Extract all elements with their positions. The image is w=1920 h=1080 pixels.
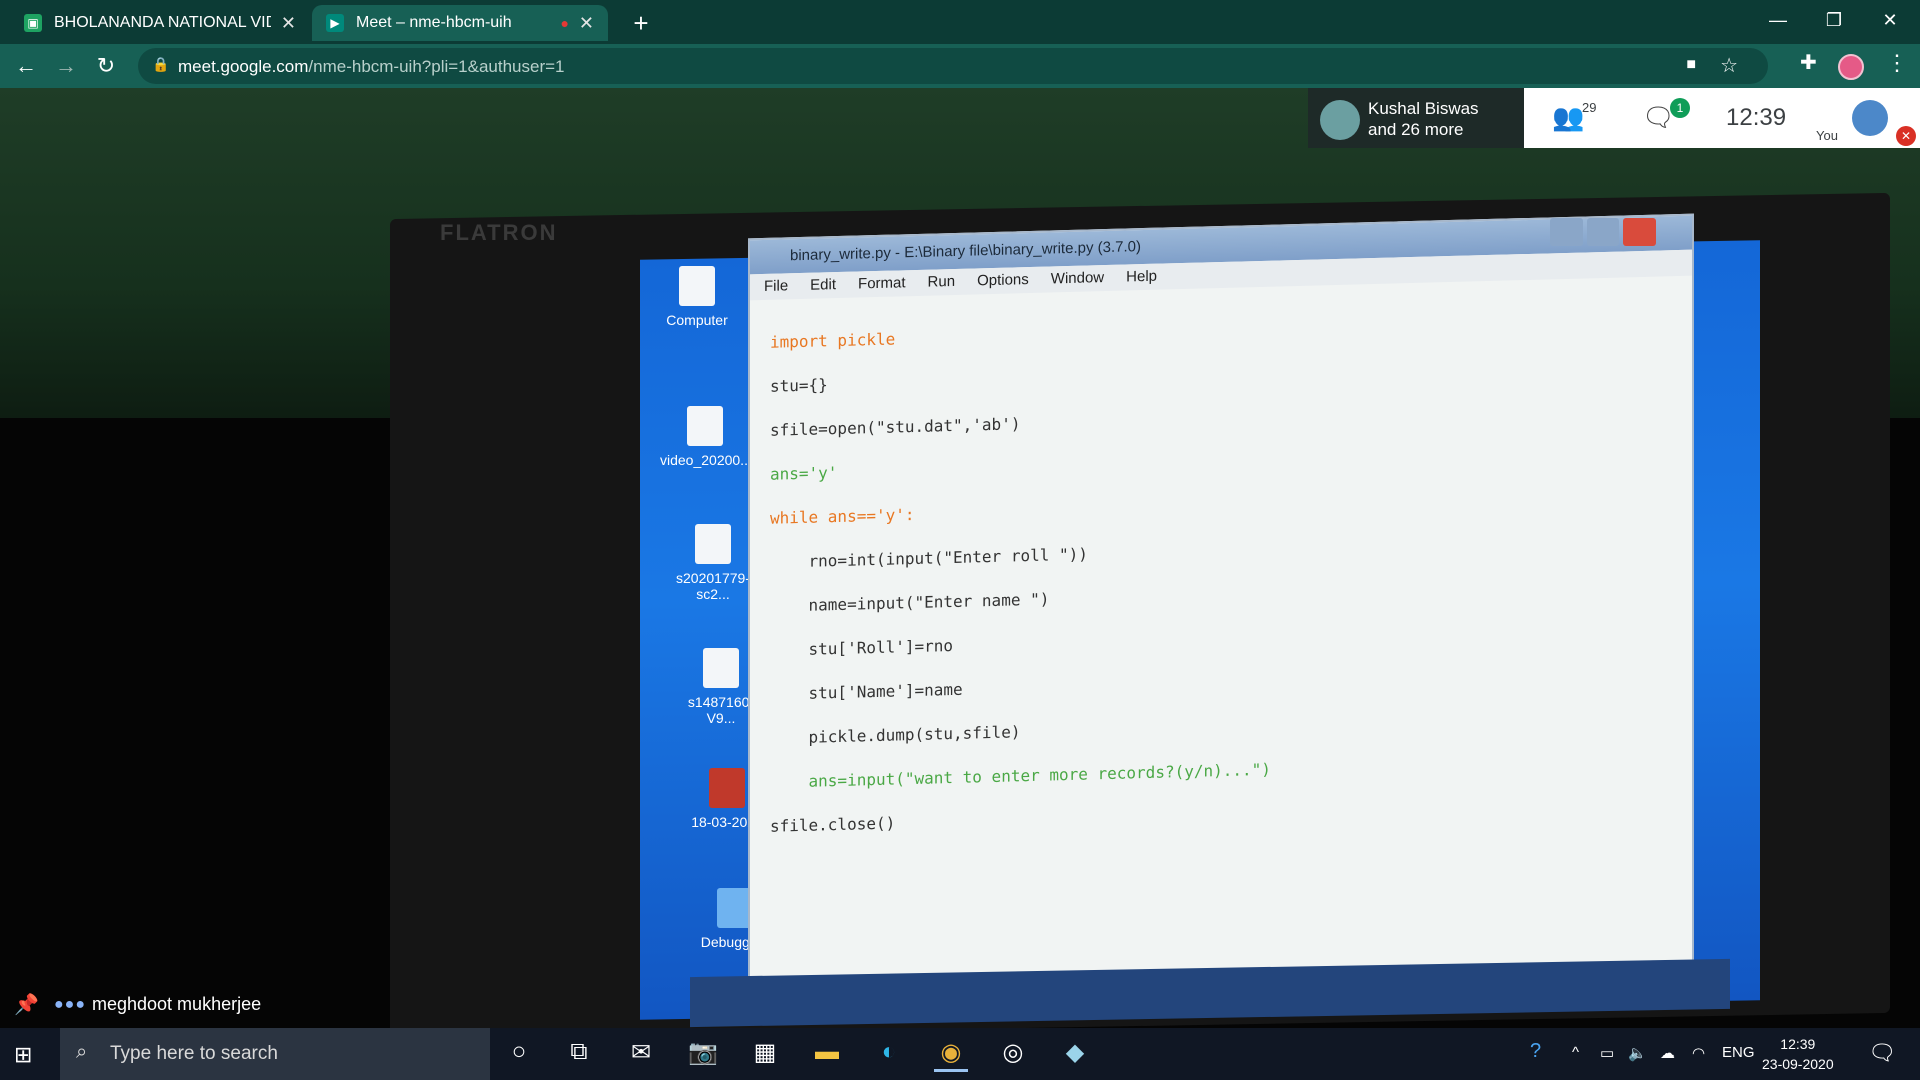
taskbar-clock[interactable]: 12:39 23-09-2020	[1762, 1034, 1834, 1074]
close-window-button[interactable]: ✕	[1862, 0, 1918, 40]
participant-more: and 26 more	[1368, 120, 1464, 139]
media-icon[interactable]: ◎	[996, 1038, 1030, 1072]
cortana-icon[interactable]: ○	[502, 1038, 536, 1072]
menu-edit: Edit	[810, 276, 837, 294]
video-feed: FLATRON Computer video_20200... s2020177…	[0, 88, 1920, 1028]
search-icon: ⌕	[76, 1041, 88, 1063]
wifi-icon[interactable]: ◠	[1692, 1044, 1705, 1062]
minimize-button[interactable]: —	[1750, 0, 1806, 40]
code-line: ans=input("want to enter more records?(y…	[770, 759, 1271, 792]
search-placeholder: Type here to search	[110, 1043, 278, 1064]
lock-icon: 🔒	[152, 56, 170, 72]
edge-icon[interactable]: ◐	[872, 1038, 906, 1072]
language-indicator[interactable]: ENG	[1722, 1044, 1755, 1061]
idle-window-controls	[1550, 218, 1657, 246]
recording-icon: ●	[560, 15, 569, 31]
app-icon[interactable]: ◆	[1058, 1038, 1092, 1072]
meeting-clock: 12:39	[1726, 104, 1787, 131]
code-line: rno=int(input("Enter roll "))	[770, 544, 1088, 572]
star-icon[interactable]: ☆	[1720, 53, 1738, 78]
tab-title: BHOLANANDA NATIONAL VIDYA	[54, 14, 271, 31]
tab-title: Meet – nme-hbcm-uih	[356, 14, 512, 31]
code-line: stu['Name']=name	[770, 679, 963, 704]
code-editor: import pickle stu={} sfile=open("stu.dat…	[770, 297, 1271, 882]
chevron-up-icon[interactable]: ^	[1572, 1044, 1579, 1061]
desktop-icon: video_20200...	[660, 406, 752, 468]
calendar-icon[interactable]: ▦	[748, 1038, 782, 1072]
browser-chrome: ▣ BHOLANANDA NATIONAL VIDYA ✕ ▶ Meet – n…	[0, 0, 1920, 88]
mic-off-icon: ✕	[1896, 126, 1916, 146]
address-bar[interactable]: 🔒 meet.google.com/nme-hbcm-uih?pli=1&aut…	[138, 48, 1768, 84]
toolbar: ← → ↻ 🔒 meet.google.com/nme-hbcm-uih?pli…	[0, 44, 1920, 88]
battery-icon[interactable]: ▭	[1600, 1044, 1614, 1062]
menu-file: File	[764, 277, 789, 295]
reload-button[interactable]: ↻	[90, 50, 122, 82]
code-line: while ans=='y':	[770, 505, 915, 528]
chat-button[interactable]: 🗨 1	[1642, 98, 1690, 133]
code-line: stu={}	[770, 375, 828, 396]
chat-badge: 1	[1670, 98, 1690, 118]
meet-icon: ▶	[326, 14, 344, 32]
new-tab-button[interactable]: +	[624, 6, 658, 40]
menu-window: Window	[1050, 269, 1105, 288]
menu-help: Help	[1126, 267, 1157, 286]
camera-icon[interactable]: ■	[1686, 56, 1696, 74]
avatar[interactable]	[1838, 54, 1864, 80]
pin-icon[interactable]: 📌	[14, 992, 39, 1017]
file-explorer-icon[interactable]: ▬	[810, 1038, 844, 1072]
audio-indicator-icon: ●●●	[54, 996, 86, 1013]
forward-button[interactable]: →	[50, 50, 82, 82]
tab-school[interactable]: ▣ BHOLANANDA NATIONAL VIDYA ✕	[10, 5, 310, 41]
restore-button[interactable]: ❐	[1806, 0, 1862, 40]
people-count: 29	[1582, 100, 1597, 115]
code-line: stu['Roll']=rno	[770, 636, 954, 660]
close-icon[interactable]: ✕	[579, 13, 594, 34]
classroom-icon: ▣	[24, 14, 42, 32]
taskbar-time: 12:39	[1780, 1036, 1816, 1052]
avatar[interactable]	[1852, 100, 1888, 136]
volume-icon[interactable]: 🔈	[1628, 1044, 1647, 1062]
code-line: sfile.close()	[770, 813, 896, 836]
url-text: meet.google.com/nme-hbcm-uih?pli=1&authu…	[178, 57, 565, 76]
windows-start-icon[interactable]: ⊞	[14, 1042, 40, 1068]
code-line: ans='y'	[770, 463, 838, 484]
code-line: import pickle	[770, 329, 896, 352]
taskbar-search[interactable]: ⌕ Type here to search	[60, 1028, 490, 1080]
kebab-menu-icon[interactable]: ⋮	[1886, 50, 1908, 76]
menu-run: Run	[927, 272, 956, 291]
idle-editor-window: binary_write.py - E:\Binary file\binary_…	[748, 213, 1694, 999]
desktop-icon: s20201779-sc2...	[668, 524, 758, 602]
tab-meet[interactable]: ▶ Meet – nme-hbcm-uih ● ✕	[312, 5, 608, 41]
presenter-name: meghdoot mukherjee	[92, 994, 262, 1014]
participants-card[interactable]: Kushal Biswas and 26 more	[1308, 88, 1524, 148]
you-label: You	[1816, 128, 1838, 143]
back-button[interactable]: ←	[10, 50, 42, 82]
participant-name: Kushal Biswas	[1368, 99, 1479, 118]
desktop-icon: Computer	[652, 266, 742, 328]
taskbar-date: 23-09-2020	[1762, 1056, 1834, 1072]
task-view-icon[interactable]: ⧉	[562, 1038, 596, 1072]
camera-app-icon[interactable]: 📷	[686, 1038, 720, 1072]
notification-icon[interactable]: 🗨	[1868, 1040, 1896, 1066]
avatar	[1320, 100, 1360, 140]
chrome-icon[interactable]: ◉	[934, 1038, 968, 1072]
code-line: sfile=open("stu.dat",'ab')	[770, 414, 1021, 440]
help-icon[interactable]: ?	[1530, 1040, 1541, 1063]
people-icon: 👥	[1552, 102, 1585, 132]
monitor-brand: FLATRON	[440, 220, 558, 245]
menu-options: Options	[977, 271, 1029, 290]
extensions-icon[interactable]: ✚	[1800, 50, 1817, 75]
code-line: name=input("Enter name ")	[770, 589, 1050, 616]
cloud-icon[interactable]: ☁	[1660, 1044, 1675, 1062]
screen: ▣ BHOLANANDA NATIONAL VIDYA ✕ ▶ Meet – n…	[0, 0, 1920, 1080]
menu-format: Format	[858, 274, 906, 293]
mail-icon[interactable]: ✉	[624, 1038, 658, 1072]
code-line: pickle.dump(stu,sfile)	[770, 722, 1021, 748]
people-button[interactable]: 👥 29	[1552, 100, 1596, 133]
windows-taskbar: ⊞ ⌕ Type here to search ○ ⧉ ✉ 📷 ▦ ▬ ◐ ◉ …	[0, 1028, 1920, 1080]
close-icon[interactable]: ✕	[281, 13, 296, 34]
